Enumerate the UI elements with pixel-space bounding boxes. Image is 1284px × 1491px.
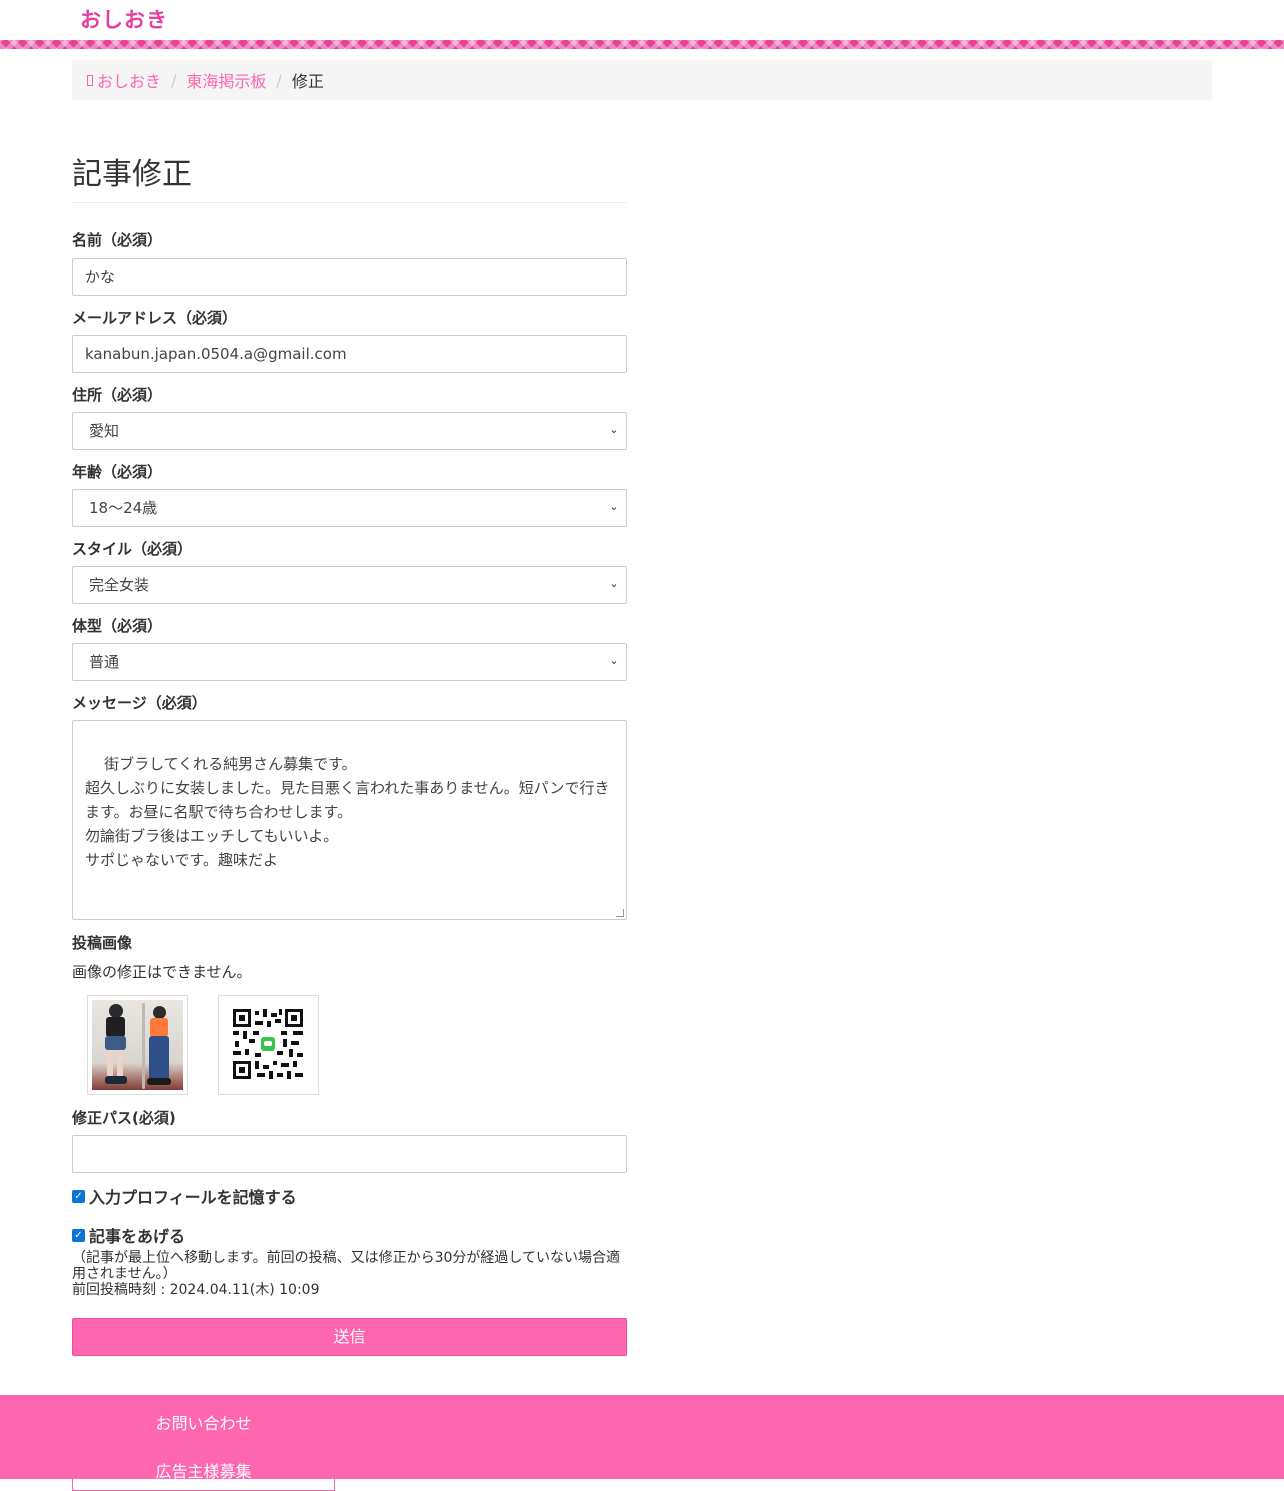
breadcrumb-board-link[interactable]: 東海掲示板 [186,68,266,92]
style-label: スタイル（必須） [72,540,193,558]
address-label: 住所（必須） [72,386,163,404]
breadcrumb-home-link[interactable]: おしおき [97,68,161,92]
password-label: 修正パス(必須) [72,1109,176,1127]
body-type-select-value: 普通 [89,653,120,671]
age-select[interactable]: 18〜24歳 ⌄ [72,489,627,527]
chevron-down-icon: ⌄ [609,423,619,436]
images-label: 投稿画像 [72,934,133,952]
posted-photo [92,1000,183,1090]
top-bar: おしおき [0,0,1284,40]
address-select-value: 愛知 [89,422,120,440]
style-select[interactable]: 完全女装 ⌄ [72,566,627,604]
breadcrumb-current: 修正 [291,72,324,91]
qr-code-icon [223,1000,314,1090]
posted-photo-thumbnail[interactable] [87,995,188,1095]
message-label: メッセージ（必須） [72,694,207,712]
message-text: 街ブラしてくれる純男さん募集です。 超久しぶりに女装しました。見た目悪く言われた… [85,755,610,869]
email-input[interactable]: kanabun.japan.0504.a@gmail.com [72,335,627,373]
breadcrumb-separator: / [171,70,177,90]
edit-form: 記事修正 名前（必須） かな メールアドレス（必須） kanabun.japan… [72,150,627,1356]
chevron-down-icon: ⌄ [609,654,619,667]
submit-button[interactable]: 送信 [72,1318,627,1356]
name-label: 名前（必須） [72,231,163,249]
chevron-down-icon: ⌄ [609,500,619,513]
body-type-label: 体型（必須） [72,617,163,635]
chevron-down-icon: ⌄ [609,577,619,590]
breadcrumb-separator: / [276,70,282,90]
bump-post-checkbox[interactable]: ✓ [72,1228,85,1242]
age-select-value: 18〜24歳 [89,499,158,517]
header-stripe [0,40,1284,49]
breadcrumb: おしおき / 東海掲示板 / 修正 [72,60,1212,100]
bump-post-row: ✓ 記事をあげる [72,1224,627,1246]
contact-link[interactable]: お問い合わせ [72,1405,335,1443]
remember-profile-row: ✓ 入力プロフィールを記憶する [72,1185,627,1207]
bump-post-note: （記事が最上位へ移動します。前回の投稿、又は修正から30分が経過していない場合適… [72,1250,620,1282]
page-title: 記事修正 [72,150,627,203]
bump-post-label[interactable]: 記事をあげる [89,1223,185,1247]
body-type-select[interactable]: 普通 ⌄ [72,643,627,681]
footer: お問い合わせ 広告主様募集 [0,1395,1284,1491]
last-post-time: 前回投稿時刻 : 2024.04.11(木) 10:09 [72,1282,320,1298]
name-input[interactable]: かな [72,258,627,296]
resize-handle[interactable] [616,909,624,917]
remember-profile-checkbox[interactable]: ✓ [72,1189,85,1203]
qr-code-thumbnail[interactable] [218,995,319,1095]
advertiser-link[interactable]: 広告主様募集 [72,1453,335,1491]
style-select-value: 完全女装 [89,576,150,594]
home-icon [87,74,93,86]
message-textarea[interactable]: 街ブラしてくれる純男さん募集です。 超久しぶりに女装しました。見た目悪く言われた… [72,720,627,920]
image-thumbnails [72,995,627,1095]
images-note: 画像の修正はできません。 [72,963,252,981]
address-select[interactable]: 愛知 ⌄ [72,412,627,450]
email-label: メールアドレス（必須） [72,309,238,327]
site-logo[interactable]: おしおき [80,5,168,35]
password-input[interactable] [72,1135,627,1173]
age-label: 年齢（必須） [72,463,163,481]
remember-profile-label[interactable]: 入力プロフィールを記憶する [89,1184,297,1208]
